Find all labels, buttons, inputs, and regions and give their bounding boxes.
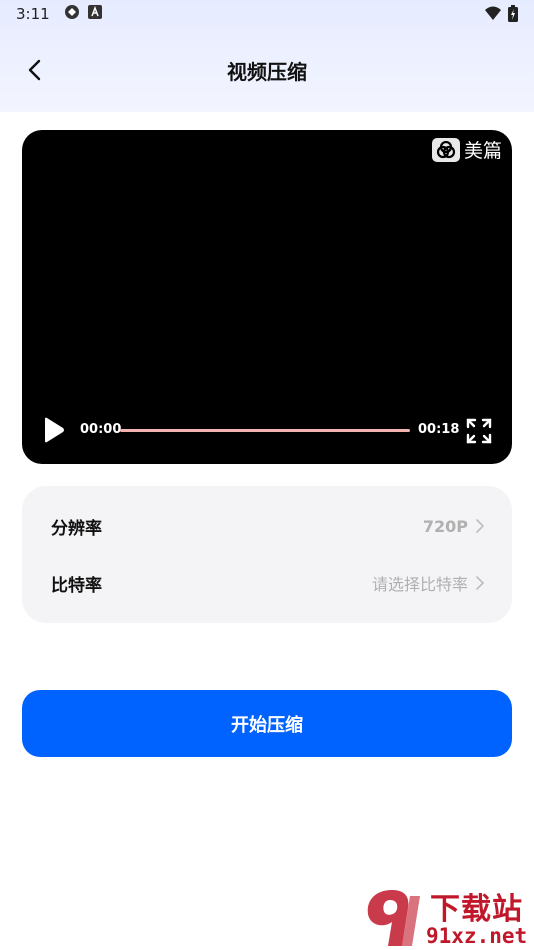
bitrate-label: 比特率: [51, 575, 102, 596]
start-compression-button[interactable]: 开始压缩: [22, 690, 512, 757]
bitrate-selector: 请选择比特率: [372, 571, 484, 595]
total-time: 00:18: [418, 422, 460, 437]
progress-bar[interactable]: [120, 429, 410, 432]
meipian-logo-icon: [431, 137, 460, 162]
back-button[interactable]: [16, 54, 52, 86]
resolution-selector: 720P: [423, 517, 484, 536]
fullscreen-button[interactable]: [466, 418, 492, 444]
navigation-header: 视频压缩: [0, 40, 534, 100]
current-time: 00:00: [80, 422, 122, 437]
status-bar: 3:11: [0, 0, 534, 28]
page-title: 视频压缩: [227, 59, 307, 84]
chevron-right-icon: [476, 576, 484, 590]
video-controls: 00:00 00:18: [22, 414, 512, 446]
site-watermark-title: 下载站: [430, 892, 523, 927]
bitrate-value: 请选择比特率: [371, 575, 468, 594]
watermark-text: 美篇: [463, 140, 502, 162]
fullscreen-icon: [466, 418, 492, 444]
site-logo-icon: [367, 890, 420, 946]
compression-settings-card: 分辨率 720P 比特率 请选择比特率: [22, 486, 512, 623]
site-watermark-logo: 下载站 91xz.net: [362, 884, 534, 950]
video-player[interactable]: 美篇 00:00 00:18: [22, 130, 512, 464]
status-time: 3:11: [16, 5, 50, 23]
chevron-right-icon: [476, 519, 484, 533]
app-notification-icon: [64, 4, 80, 24]
play-button[interactable]: [42, 417, 66, 443]
resolution-row[interactable]: 分辨率 720P: [22, 498, 512, 554]
video-watermark: 美篇: [431, 136, 502, 163]
chevron-left-icon: [28, 59, 41, 81]
resolution-label: 分辨率: [51, 518, 102, 539]
site-watermark-domain: 91xz.net: [426, 924, 528, 948]
status-indicators: [484, 5, 518, 26]
battery-icon: [508, 5, 518, 26]
bitrate-row[interactable]: 比特率 请选择比特率: [22, 555, 512, 611]
play-icon: [45, 417, 64, 443]
resolution-value: 720P: [422, 516, 468, 536]
wifi-icon: [484, 6, 502, 26]
accessibility-icon: [87, 5, 102, 23]
